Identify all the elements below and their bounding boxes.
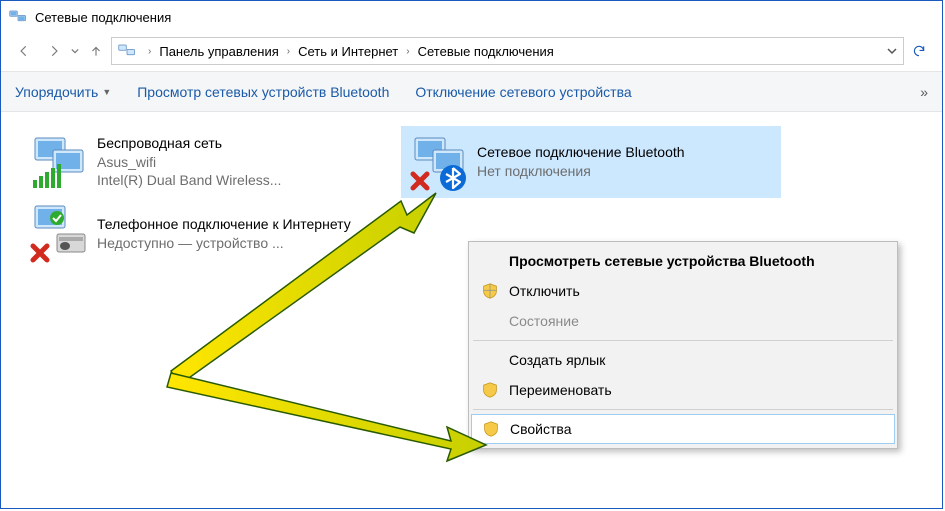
chevron-right-icon: ›	[281, 46, 296, 57]
address-icon	[118, 42, 136, 60]
nav-row: › Панель управления › Сеть и Интернет › …	[1, 31, 942, 71]
connection-status: Недоступно — устройство ...	[97, 234, 351, 253]
breadcrumb-item[interactable]: Сеть и Интернет	[298, 44, 398, 59]
organize-label: Упорядочить	[15, 84, 98, 100]
ctx-status: Состояние	[471, 306, 895, 336]
ctx-label: Свойства	[510, 421, 571, 437]
connection-name: Сетевое подключение Bluetooth	[477, 143, 685, 162]
menu-separator	[473, 409, 893, 410]
organize-menu[interactable]: Упорядочить ▼	[15, 84, 111, 100]
connection-item-wireless[interactable]: Беспроводная сеть Asus_wifi Intel(R) Dua…	[21, 126, 401, 198]
ctx-rename[interactable]: Переименовать	[471, 375, 895, 405]
connection-name: Беспроводная сеть	[97, 134, 281, 153]
disable-label: Отключение сетевого устройства	[415, 84, 631, 100]
wireless-adapter-icon	[29, 132, 89, 192]
address-bar[interactable]: › Панель управления › Сеть и Интернет › …	[111, 37, 904, 65]
bluetooth-adapter-icon	[409, 132, 469, 192]
ctx-label: Переименовать	[509, 382, 612, 398]
view-bt-label: Просмотр сетевых устройств Bluetooth	[137, 84, 389, 100]
ctx-label: Просмотреть сетевые устройства Bluetooth	[509, 253, 815, 269]
menu-separator	[473, 340, 893, 341]
connection-ssid: Asus_wifi	[97, 153, 281, 172]
titlebar: Сетевые подключения	[1, 1, 942, 31]
address-dropdown[interactable]	[887, 44, 897, 59]
connection-status: Нет подключения	[477, 162, 685, 181]
ctx-properties[interactable]: Свойства	[471, 414, 895, 444]
connection-info: Телефонное подключение к Интернету Недос…	[97, 204, 351, 264]
back-button[interactable]	[9, 36, 39, 66]
chevron-right-icon: ›	[142, 46, 157, 57]
connection-item-bluetooth[interactable]: Сетевое подключение Bluetooth Нет подклю…	[401, 126, 781, 198]
ctx-label: Создать ярлык	[509, 352, 605, 368]
ctx-label: Состояние	[509, 313, 579, 329]
toolbar: Упорядочить ▼ Просмотр сетевых устройств…	[1, 72, 942, 112]
connection-adapter: Intel(R) Dual Band Wireless...	[97, 171, 281, 190]
connection-info: Сетевое подключение Bluetooth Нет подклю…	[477, 132, 685, 192]
breadcrumb-item[interactable]: Панель управления	[159, 44, 278, 59]
connection-item-dialup[interactable]: Телефонное подключение к Интернету Недос…	[21, 198, 401, 270]
ctx-create-shortcut[interactable]: Создать ярлык	[471, 345, 895, 375]
toolbar-overflow[interactable]: »	[920, 84, 928, 100]
context-menu: Просмотреть сетевые устройства Bluetooth…	[468, 241, 898, 449]
forward-button[interactable]	[39, 36, 69, 66]
view-bt-devices-button[interactable]: Просмотр сетевых устройств Bluetooth	[137, 84, 389, 100]
window-title: Сетевые подключения	[35, 10, 171, 25]
ctx-view-bt-devices[interactable]: Просмотреть сетевые устройства Bluetooth	[471, 246, 895, 276]
chevron-right-icon: ›	[400, 46, 415, 57]
connection-info: Беспроводная сеть Asus_wifi Intel(R) Dua…	[97, 132, 281, 192]
caret-down-icon: ▼	[102, 87, 111, 97]
refresh-button[interactable]	[904, 36, 934, 66]
ctx-label: Отключить	[509, 283, 580, 299]
connection-name: Телефонное подключение к Интернету	[97, 215, 351, 234]
shield-icon	[481, 381, 499, 399]
shield-icon	[481, 282, 499, 300]
breadcrumb-item[interactable]: Сетевые подключения	[418, 44, 554, 59]
recent-dropdown[interactable]	[69, 47, 81, 55]
disable-device-button[interactable]: Отключение сетевого устройства	[415, 84, 631, 100]
shield-icon	[482, 420, 500, 438]
window: Сетевые подключения › Панель управления …	[0, 0, 943, 509]
up-button[interactable]	[81, 36, 111, 66]
ctx-disable[interactable]: Отключить	[471, 276, 895, 306]
network-connections-icon	[9, 8, 27, 26]
dialup-adapter-icon	[29, 204, 89, 264]
